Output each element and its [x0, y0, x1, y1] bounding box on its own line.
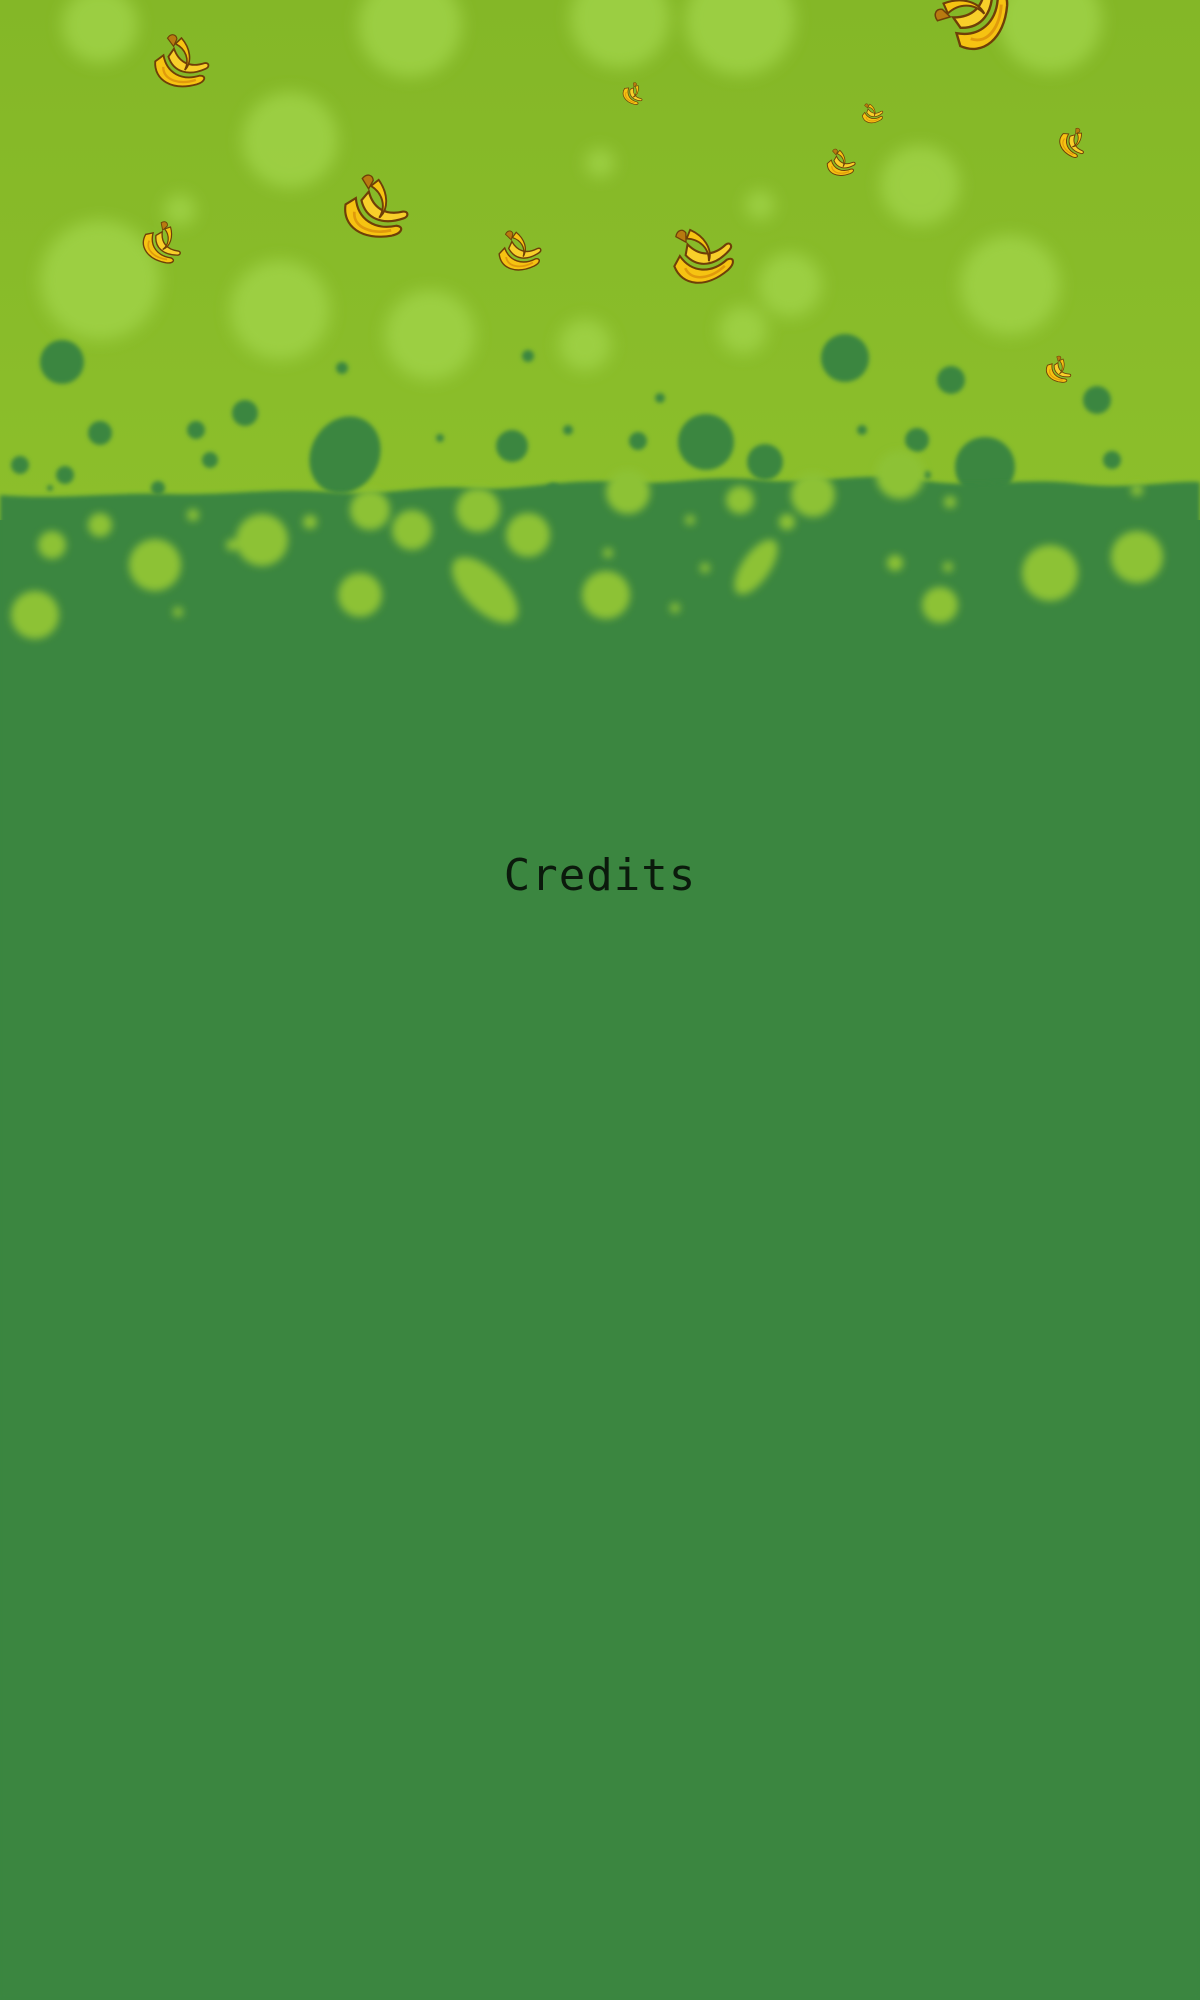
background-scene — [0, 0, 1200, 2000]
credits-title: Credits — [503, 850, 697, 901]
ground-area — [0, 476, 1200, 2000]
